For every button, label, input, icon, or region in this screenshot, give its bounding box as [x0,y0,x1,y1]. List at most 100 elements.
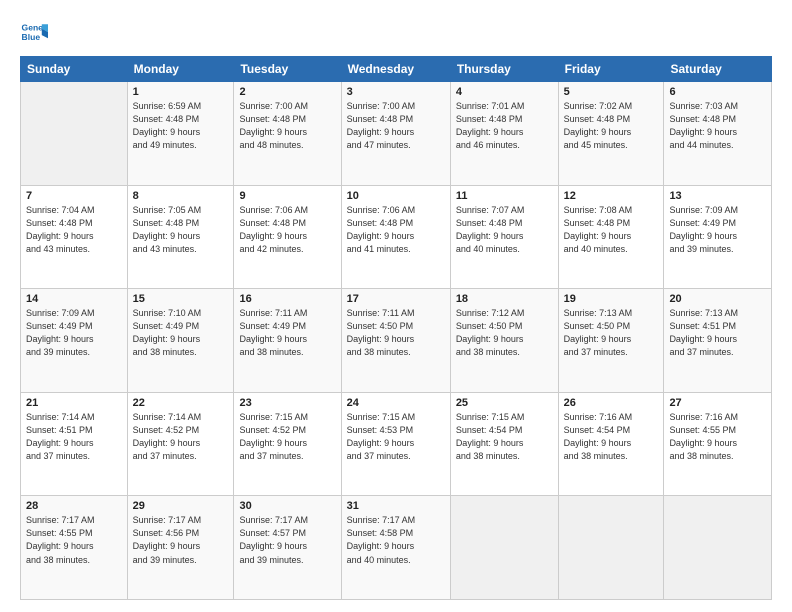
day-detail: Sunrise: 7:11 AM Sunset: 4:50 PM Dayligh… [347,307,445,359]
calendar-cell: 6 Sunrise: 7:03 AM Sunset: 4:48 PM Daylig… [664,82,772,186]
day-number: 2 [239,86,335,98]
calendar-week-3: 14 Sunrise: 7:09 AM Sunset: 4:49 PM Dayli… [21,289,772,393]
day-detail: Sunrise: 7:09 AM Sunset: 4:49 PM Dayligh… [669,204,766,256]
calendar-header-row: SundayMondayTuesdayWednesdayThursdayFrid… [21,57,772,82]
calendar-cell: 27 Sunrise: 7:16 AM Sunset: 4:55 PM Dayli… [664,392,772,496]
day-detail: Sunrise: 7:13 AM Sunset: 4:51 PM Dayligh… [669,307,766,359]
header-day-wednesday: Wednesday [341,57,450,82]
calendar-cell: 22 Sunrise: 7:14 AM Sunset: 4:52 PM Dayli… [127,392,234,496]
day-detail: Sunrise: 7:00 AM Sunset: 4:48 PM Dayligh… [347,100,445,152]
day-number: 22 [133,397,229,409]
calendar-cell [558,496,664,600]
day-number: 27 [669,397,766,409]
day-detail: Sunrise: 7:13 AM Sunset: 4:50 PM Dayligh… [564,307,659,359]
calendar-cell: 31Sunrise: 7:17 AM Sunset: 4:58 PM Dayli… [341,496,450,600]
calendar-cell: 9 Sunrise: 7:06 AM Sunset: 4:48 PM Daylig… [234,185,341,289]
calendar-cell: 13 Sunrise: 7:09 AM Sunset: 4:49 PM Dayli… [664,185,772,289]
day-number: 12 [564,190,659,202]
day-number: 31 [347,500,445,512]
day-detail: Sunrise: 7:05 AM Sunset: 4:48 PM Dayligh… [133,204,229,256]
header-day-tuesday: Tuesday [234,57,341,82]
day-detail: Sunrise: 7:07 AM Sunset: 4:48 PM Dayligh… [456,204,553,256]
header-day-thursday: Thursday [450,57,558,82]
calendar-cell: 12 Sunrise: 7:08 AM Sunset: 4:48 PM Dayli… [558,185,664,289]
day-detail: Sunrise: 7:01 AM Sunset: 4:48 PM Dayligh… [456,100,553,152]
day-detail: Sunrise: 7:16 AM Sunset: 4:54 PM Dayligh… [564,411,659,463]
calendar-cell: 18 Sunrise: 7:12 AM Sunset: 4:50 PM Dayli… [450,289,558,393]
calendar-cell: 29 Sunrise: 7:17 AM Sunset: 4:56 PM Dayli… [127,496,234,600]
day-number: 3 [347,86,445,98]
day-number: 17 [347,293,445,305]
day-detail: Sunrise: 7:04 AM Sunset: 4:48 PM Dayligh… [26,204,122,256]
day-number: 21 [26,397,122,409]
calendar-cell: 26 Sunrise: 7:16 AM Sunset: 4:54 PM Dayli… [558,392,664,496]
calendar-cell [450,496,558,600]
calendar-cell: 14 Sunrise: 7:09 AM Sunset: 4:49 PM Dayli… [21,289,128,393]
day-detail: Sunrise: 7:03 AM Sunset: 4:48 PM Dayligh… [669,100,766,152]
calendar-cell: 20Sunrise: 7:13 AM Sunset: 4:51 PM Dayli… [664,289,772,393]
header-day-monday: Monday [127,57,234,82]
day-number: 19 [564,293,659,305]
day-detail: Sunrise: 7:02 AM Sunset: 4:48 PM Dayligh… [564,100,659,152]
day-number: 5 [564,86,659,98]
day-detail: Sunrise: 7:14 AM Sunset: 4:52 PM Dayligh… [133,411,229,463]
day-detail: Sunrise: 7:06 AM Sunset: 4:48 PM Dayligh… [239,204,335,256]
day-detail: Sunrise: 7:17 AM Sunset: 4:55 PM Dayligh… [26,514,122,566]
day-detail: Sunrise: 7:11 AM Sunset: 4:49 PM Dayligh… [239,307,335,359]
day-detail: Sunrise: 7:15 AM Sunset: 4:52 PM Dayligh… [239,411,335,463]
calendar-cell: 2Sunrise: 7:00 AM Sunset: 4:48 PM Daylig… [234,82,341,186]
day-detail: Sunrise: 7:16 AM Sunset: 4:55 PM Dayligh… [669,411,766,463]
day-detail: Sunrise: 7:15 AM Sunset: 4:54 PM Dayligh… [456,411,553,463]
day-number: 9 [239,190,335,202]
day-detail: Sunrise: 7:17 AM Sunset: 4:56 PM Dayligh… [133,514,229,566]
calendar-week-4: 21 Sunrise: 7:14 AM Sunset: 4:51 PM Dayli… [21,392,772,496]
calendar-cell: 24 Sunrise: 7:15 AM Sunset: 4:53 PM Dayli… [341,392,450,496]
calendar-cell: 15 Sunrise: 7:10 AM Sunset: 4:49 PM Dayli… [127,289,234,393]
day-number: 16 [239,293,335,305]
day-number: 24 [347,397,445,409]
day-number: 14 [26,293,122,305]
day-number: 15 [133,293,229,305]
day-number: 18 [456,293,553,305]
logo: General Blue [20,18,52,46]
calendar-cell: 5 Sunrise: 7:02 AM Sunset: 4:48 PM Daylig… [558,82,664,186]
day-detail: Sunrise: 7:14 AM Sunset: 4:51 PM Dayligh… [26,411,122,463]
day-detail: Sunrise: 7:12 AM Sunset: 4:50 PM Dayligh… [456,307,553,359]
day-number: 29 [133,500,229,512]
calendar-cell: 11 Sunrise: 7:07 AM Sunset: 4:48 PM Dayli… [450,185,558,289]
page: General Blue SundayMondayTuesdayWednesda… [0,0,792,612]
calendar-week-2: 7 Sunrise: 7:04 AM Sunset: 4:48 PM Daylig… [21,185,772,289]
svg-text:Blue: Blue [22,32,41,42]
day-detail: Sunrise: 7:10 AM Sunset: 4:49 PM Dayligh… [133,307,229,359]
calendar-cell: 7 Sunrise: 7:04 AM Sunset: 4:48 PM Daylig… [21,185,128,289]
calendar-cell: 8 Sunrise: 7:05 AM Sunset: 4:48 PM Daylig… [127,185,234,289]
calendar-cell: 23 Sunrise: 7:15 AM Sunset: 4:52 PM Dayli… [234,392,341,496]
calendar-cell [664,496,772,600]
day-number: 26 [564,397,659,409]
header-day-sunday: Sunday [21,57,128,82]
calendar-cell: 17 Sunrise: 7:11 AM Sunset: 4:50 PM Dayli… [341,289,450,393]
day-detail: Sunrise: 7:09 AM Sunset: 4:49 PM Dayligh… [26,307,122,359]
day-number: 4 [456,86,553,98]
day-number: 28 [26,500,122,512]
day-number: 13 [669,190,766,202]
day-number: 11 [456,190,553,202]
day-detail: Sunrise: 7:06 AM Sunset: 4:48 PM Dayligh… [347,204,445,256]
calendar-cell: 28 Sunrise: 7:17 AM Sunset: 4:55 PM Dayli… [21,496,128,600]
calendar-cell: 1Sunrise: 6:59 AM Sunset: 4:48 PM Daylig… [127,82,234,186]
header: General Blue [20,18,772,46]
day-number: 7 [26,190,122,202]
day-detail: Sunrise: 7:15 AM Sunset: 4:53 PM Dayligh… [347,411,445,463]
calendar-table: SundayMondayTuesdayWednesdayThursdayFrid… [20,56,772,600]
day-number: 8 [133,190,229,202]
calendar-cell: 30Sunrise: 7:17 AM Sunset: 4:57 PM Dayli… [234,496,341,600]
header-day-saturday: Saturday [664,57,772,82]
day-number: 6 [669,86,766,98]
calendar-cell: 10Sunrise: 7:06 AM Sunset: 4:48 PM Dayli… [341,185,450,289]
logo-icon: General Blue [20,18,48,46]
day-number: 1 [133,86,229,98]
day-number: 23 [239,397,335,409]
day-detail: Sunrise: 7:08 AM Sunset: 4:48 PM Dayligh… [564,204,659,256]
day-number: 30 [239,500,335,512]
calendar-week-5: 28 Sunrise: 7:17 AM Sunset: 4:55 PM Dayli… [21,496,772,600]
